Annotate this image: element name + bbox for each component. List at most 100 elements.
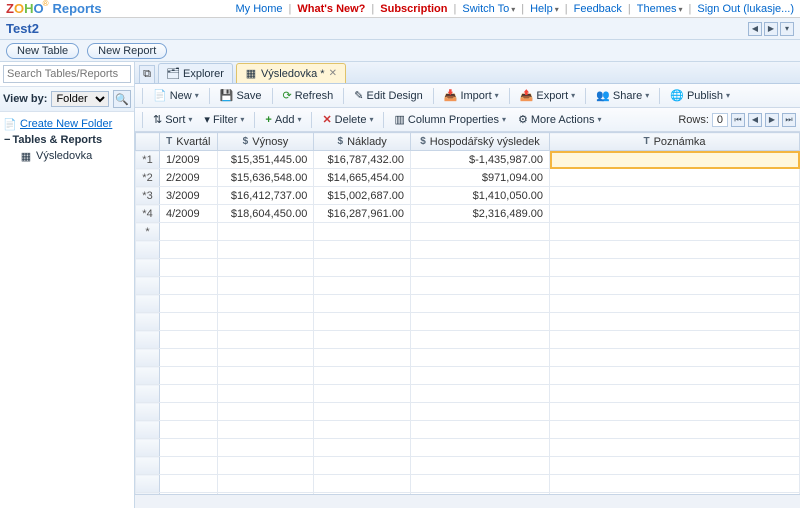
view-by-go-button[interactable]: 🔍 <box>113 90 131 108</box>
share-button[interactable]: 👥Share▾ <box>591 86 654 105</box>
workspace-title: Test2 <box>6 21 39 36</box>
data-cell[interactable] <box>550 169 800 187</box>
data-cell[interactable]: $2,316,489.00 <box>411 205 550 223</box>
panel-prev-button[interactable]: ◀ <box>748 22 762 36</box>
sort-button[interactable]: ⇅Sort▾ <box>148 110 197 129</box>
data-cell[interactable]: 2/2009 <box>160 169 218 187</box>
data-cell[interactable]: $15,636,548.00 <box>217 169 314 187</box>
nav-next-button[interactable]: ▶ <box>765 113 779 127</box>
nav-prev-button[interactable]: ◀ <box>748 113 762 127</box>
delete-icon: ✕ <box>322 113 331 126</box>
more-actions-button[interactable]: ⚙More Actions▾ <box>513 110 606 129</box>
data-cell[interactable]: $18,604,450.00 <box>217 205 314 223</box>
import-icon: 📥 <box>444 89 458 102</box>
data-cell[interactable] <box>550 223 800 241</box>
data-cell[interactable]: $16,787,432.00 <box>314 151 411 169</box>
home-icon: ⧉ <box>143 68 151 81</box>
nav-first-button[interactable]: ⏮ <box>731 113 745 127</box>
nav-help[interactable]: Help <box>530 3 559 15</box>
panel-next-button[interactable]: ▶ <box>764 22 778 36</box>
tab-home-button[interactable]: ⧉ <box>139 65 155 83</box>
column-header[interactable]: $Náklady <box>314 133 411 151</box>
empty-row <box>136 367 800 385</box>
row-number-cell[interactable]: * <box>136 223 160 241</box>
column-header[interactable]: TKvartál <box>160 133 218 151</box>
text-type-icon: T <box>166 136 172 147</box>
column-header[interactable]: TPoznámka <box>550 133 800 151</box>
toolbar-secondary: ⇅Sort▾ ▾Filter▾ +Add▾ ✕Delete▾ ▥Column P… <box>135 108 800 132</box>
row-number-cell[interactable]: *4 <box>136 205 160 223</box>
data-grid-wrap[interactable]: TKvartál$Výnosy$Náklady$Hospodářský výsl… <box>135 132 800 494</box>
data-cell[interactable] <box>550 151 800 169</box>
data-cell[interactable] <box>550 205 800 223</box>
new-report-button[interactable]: New Report <box>87 43 167 59</box>
tab-explorer[interactable]: 🗂 Explorer <box>158 63 233 83</box>
new-table-button[interactable]: New Table <box>6 43 79 59</box>
empty-row <box>136 385 800 403</box>
search-input[interactable] <box>3 65 131 83</box>
tab-explorer-label: Explorer <box>183 68 224 80</box>
data-cell[interactable]: $16,412,737.00 <box>217 187 314 205</box>
sidebar-item-vysledovka[interactable]: ▦ Výsledovka <box>4 148 130 164</box>
table-row[interactable]: *33/2009$16,412,737.00$15,002,687.00$1,4… <box>136 187 800 205</box>
create-folder-link[interactable]: 📄 Create New Folder <box>4 116 130 132</box>
workspace-button-row: New Table New Report <box>0 40 800 62</box>
nav-sign-out[interactable]: Sign Out (lukasje...) <box>697 3 794 15</box>
data-cell[interactable] <box>160 223 218 241</box>
text-type-icon: T <box>643 136 649 147</box>
column-header[interactable]: $Hospodářský výsledek <box>411 133 550 151</box>
view-by-select[interactable]: Folder <box>51 91 109 107</box>
data-cell[interactable]: $15,002,687.00 <box>314 187 411 205</box>
nav-switch-to[interactable]: Switch To <box>462 3 515 15</box>
plus-icon: + <box>265 114 271 126</box>
edit-design-button[interactable]: ✎Edit Design <box>349 86 427 105</box>
table-row[interactable]: *11/2009$15,351,445.00$16,787,432.00$-1,… <box>136 151 800 169</box>
data-cell[interactable]: $971,094.00 <box>411 169 550 187</box>
add-button[interactable]: +Add▾ <box>260 111 306 129</box>
column-label: Výnosy <box>252 136 288 148</box>
data-cell[interactable]: $-1,435,987.00 <box>411 151 550 169</box>
save-icon: 💾 <box>220 89 234 102</box>
save-button[interactable]: 💾Save <box>215 86 267 105</box>
zoho-logo: ZOHO® Reports <box>6 1 102 16</box>
export-button[interactable]: 📤Export▾ <box>515 86 581 105</box>
table-row[interactable]: *44/2009$18,604,450.00$16,287,961.00$2,3… <box>136 205 800 223</box>
data-cell[interactable] <box>550 187 800 205</box>
nav-feedback[interactable]: Feedback <box>574 3 622 15</box>
data-cell[interactable]: $15,351,445.00 <box>217 151 314 169</box>
data-cell[interactable]: $16,287,961.00 <box>314 205 411 223</box>
sidebar-root-folder[interactable]: − Tables & Reports <box>4 132 130 148</box>
data-cell[interactable] <box>314 223 411 241</box>
data-cell[interactable] <box>217 223 314 241</box>
data-cell[interactable] <box>411 223 550 241</box>
data-cell[interactable]: $1,410,050.00 <box>411 187 550 205</box>
column-header[interactable]: $Výnosy <box>217 133 314 151</box>
refresh-button[interactable]: ⟳Refresh <box>278 86 339 105</box>
filter-button[interactable]: ▾Filter▾ <box>199 110 249 129</box>
horizontal-scrollbar[interactable] <box>135 494 800 508</box>
row-number-cell[interactable]: *3 <box>136 187 160 205</box>
delete-button[interactable]: ✕Delete▾ <box>317 110 378 129</box>
sort-icon: ⇅ <box>153 113 162 126</box>
publish-button[interactable]: 🌐Publish▾ <box>665 86 735 105</box>
column-properties-button[interactable]: ▥Column Properties▾ <box>389 110 511 129</box>
import-button[interactable]: 📥Import▾ <box>439 86 504 105</box>
new-row[interactable]: * <box>136 223 800 241</box>
panel-menu-button[interactable]: ▾ <box>780 22 794 36</box>
row-number-cell[interactable]: *1 <box>136 151 160 169</box>
nav-whats-new[interactable]: What's New? <box>297 3 365 15</box>
nav-themes[interactable]: Themes <box>637 3 683 15</box>
top-bar: ZOHO® Reports My Home What's New? Subscr… <box>0 0 800 18</box>
table-row[interactable]: *22/2009$15,636,548.00$14,665,454.00$971… <box>136 169 800 187</box>
data-cell[interactable]: 4/2009 <box>160 205 218 223</box>
data-cell[interactable]: 1/2009 <box>160 151 218 169</box>
nav-last-button[interactable]: ⏭ <box>782 113 796 127</box>
data-cell[interactable]: $14,665,454.00 <box>314 169 411 187</box>
row-number-cell[interactable]: *2 <box>136 169 160 187</box>
tab-current[interactable]: ▦ Výsledovka * ✕ <box>236 63 346 83</box>
close-icon[interactable]: ✕ <box>329 68 337 79</box>
nav-subscription[interactable]: Subscription <box>380 3 447 15</box>
new-button[interactable]: 📄New▾ <box>148 86 204 105</box>
nav-my-home[interactable]: My Home <box>235 3 282 15</box>
data-cell[interactable]: 3/2009 <box>160 187 218 205</box>
